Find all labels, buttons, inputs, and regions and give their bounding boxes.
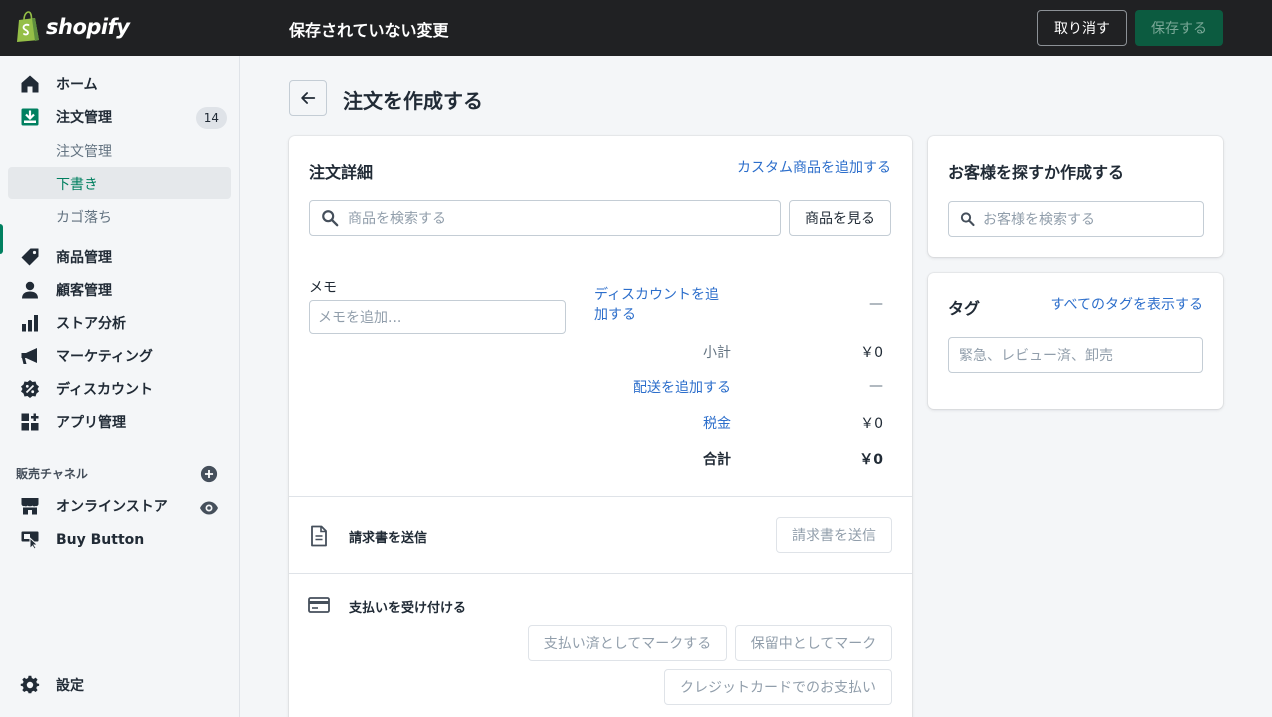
send-invoice-title: 請求書を送信 xyxy=(349,531,428,546)
sales-channels-heading: 販売チャネル xyxy=(16,467,88,481)
gear-icon xyxy=(20,675,40,694)
subtotal-value: ￥0 xyxy=(860,345,883,361)
active-indicator xyxy=(0,224,3,254)
tax-link[interactable]: 税金 xyxy=(703,413,731,433)
mark-as-paid-button[interactable]: 支払い済としてマークする xyxy=(528,625,727,661)
sidebar-item-label: ホーム xyxy=(56,77,98,93)
subtotal-label: 小計 xyxy=(703,345,731,361)
tags-input[interactable]: 緊急、レビュー済、卸売 xyxy=(948,337,1203,373)
sidebar-item-label: 顧客管理 xyxy=(56,283,112,299)
pay-by-credit-card-button[interactable]: クレジットカードでのお支払い xyxy=(664,669,892,705)
sidebar-item-marketing[interactable]: マーケティング xyxy=(8,340,231,372)
orders-icon xyxy=(21,108,39,126)
sidebar-item-label: ストア分析 xyxy=(56,316,126,332)
mark-as-pending-button[interactable]: 保留中としてマーク xyxy=(735,625,892,661)
sidebar-item-label: 設定 xyxy=(56,678,84,694)
tags-card-title: タグ xyxy=(948,299,981,318)
sidebar-subitem-label: 下書き xyxy=(56,177,98,193)
discount-value: — xyxy=(869,296,883,312)
sidebar-item-products[interactable]: 商品管理 xyxy=(8,241,231,273)
sidebar-item-settings[interactable]: 設定 xyxy=(8,669,231,701)
save-button[interactable]: 保存する xyxy=(1135,10,1223,46)
product-search-placeholder: 商品を検索する xyxy=(348,211,446,227)
sidebar-item-orders[interactable]: 注文管理 14 xyxy=(8,101,231,133)
sidebar-item-discounts[interactable]: ディスカウント xyxy=(8,373,231,405)
document-icon xyxy=(311,525,327,547)
tags-card: タグ すべてのタグを表示する 緊急、レビュー済、卸売 xyxy=(928,273,1223,409)
sidebar-item-label: 商品管理 xyxy=(56,250,112,266)
sidebar-item-online-store[interactable]: オンラインストア xyxy=(8,490,231,522)
sidebar-subitem-label: 注文管理 xyxy=(56,144,112,160)
sidebar-subitem-label: カゴ落ち xyxy=(56,210,112,226)
shipping-value: — xyxy=(869,378,883,394)
divider xyxy=(289,496,912,497)
unsaved-changes-title: 保存されていない変更 xyxy=(289,21,449,40)
back-button[interactable] xyxy=(289,80,327,116)
tag-icon xyxy=(21,248,39,266)
page-title: 注文を作成する xyxy=(343,89,483,113)
customer-search-placeholder: お客様を検索する xyxy=(983,212,1095,228)
memo-placeholder: メモを追加... xyxy=(318,310,402,326)
logo-text: shopify xyxy=(46,15,130,39)
add-discount-link-line2: 加する xyxy=(594,307,636,323)
discount-icon xyxy=(21,380,39,398)
eye-icon[interactable] xyxy=(199,498,219,518)
megaphone-icon xyxy=(21,348,37,364)
top-bar: shopify 保存されていない変更 取り消す 保存する xyxy=(0,0,1272,56)
tags-placeholder: 緊急、レビュー済、卸売 xyxy=(959,348,1113,364)
customer-card: お客様を探すか作成する お客様を検索する xyxy=(928,136,1223,257)
sidebar-item-label: 注文管理 xyxy=(56,110,112,126)
sidebar-subitem-drafts[interactable]: 下書き xyxy=(8,167,231,199)
add-channel-icon[interactable] xyxy=(200,465,218,483)
shopify-bag-icon xyxy=(17,11,39,42)
search-icon xyxy=(322,210,339,227)
sidebar-item-label: オンラインストア xyxy=(56,499,168,515)
sidebar-subitem-abandoned-checkouts[interactable]: カゴ落ち xyxy=(8,200,231,232)
sidebar-item-label: マーケティング xyxy=(56,349,153,365)
discard-button[interactable]: 取り消す xyxy=(1037,10,1127,46)
sidebar-item-customers[interactable]: 顧客管理 xyxy=(8,274,231,306)
bar-chart-icon xyxy=(22,315,38,332)
customer-card-title: お客様を探すか作成する xyxy=(948,163,1125,182)
order-details-card: 注文詳細 カスタム商品を追加する 商品を検索する 商品を見る メモ メモを追加.… xyxy=(289,136,912,717)
sidebar-item-label: ディスカウント xyxy=(56,382,154,398)
send-invoice-button[interactable]: 請求書を送信 xyxy=(776,517,892,553)
browse-products-button[interactable]: 商品を見る xyxy=(789,200,891,236)
sidebar-item-label: Buy Button xyxy=(56,532,145,548)
add-discount-link-line1: ディスカウントを追 xyxy=(594,287,720,303)
buy-button-icon xyxy=(21,531,39,550)
accept-payment-title: 支払いを受け付ける xyxy=(349,601,467,616)
store-icon xyxy=(21,498,39,515)
add-shipping-link[interactable]: 配送を追加する xyxy=(633,377,731,397)
customer-search-input[interactable]: お客様を検索する xyxy=(948,201,1204,237)
view-all-tags-link[interactable]: すべてのタグを表示する xyxy=(1051,294,1203,314)
arrow-left-icon xyxy=(301,92,316,104)
apps-icon xyxy=(21,413,39,431)
total-value: ￥0 xyxy=(859,452,883,468)
add-discount-link[interactable]: ディスカウントを追 加する xyxy=(594,285,719,325)
shopify-logo[interactable]: shopify xyxy=(16,11,130,43)
sidebar-item-label: アプリ管理 xyxy=(56,415,126,431)
sidebar-subitem-orders[interactable]: 注文管理 xyxy=(8,134,231,166)
product-search-input[interactable]: 商品を検索する xyxy=(309,200,781,236)
orders-count-badge: 14 xyxy=(195,107,227,129)
total-label: 合計 xyxy=(703,452,731,468)
tax-value: ￥0 xyxy=(860,416,883,432)
home-icon xyxy=(21,75,39,93)
credit-card-icon xyxy=(308,597,330,613)
person-icon xyxy=(22,281,38,299)
sidebar-item-home[interactable]: ホーム xyxy=(8,68,231,100)
order-details-title: 注文詳細 xyxy=(309,163,374,182)
sidebar-item-apps[interactable]: アプリ管理 xyxy=(8,406,231,438)
divider xyxy=(289,573,912,574)
sidebar-item-analytics[interactable]: ストア分析 xyxy=(8,307,231,339)
sidebar-item-buy-button[interactable]: Buy Button xyxy=(8,524,231,556)
sidebar: ホーム 注文管理 14 注文管理 下書き カゴ落ち 商品管理 顧客管理 ストア分… xyxy=(0,56,240,717)
memo-input[interactable]: メモを追加... xyxy=(309,300,566,334)
add-custom-item-link[interactable]: カスタム商品を追加する xyxy=(737,157,891,177)
search-icon xyxy=(960,212,975,227)
memo-label: メモ xyxy=(309,280,337,296)
